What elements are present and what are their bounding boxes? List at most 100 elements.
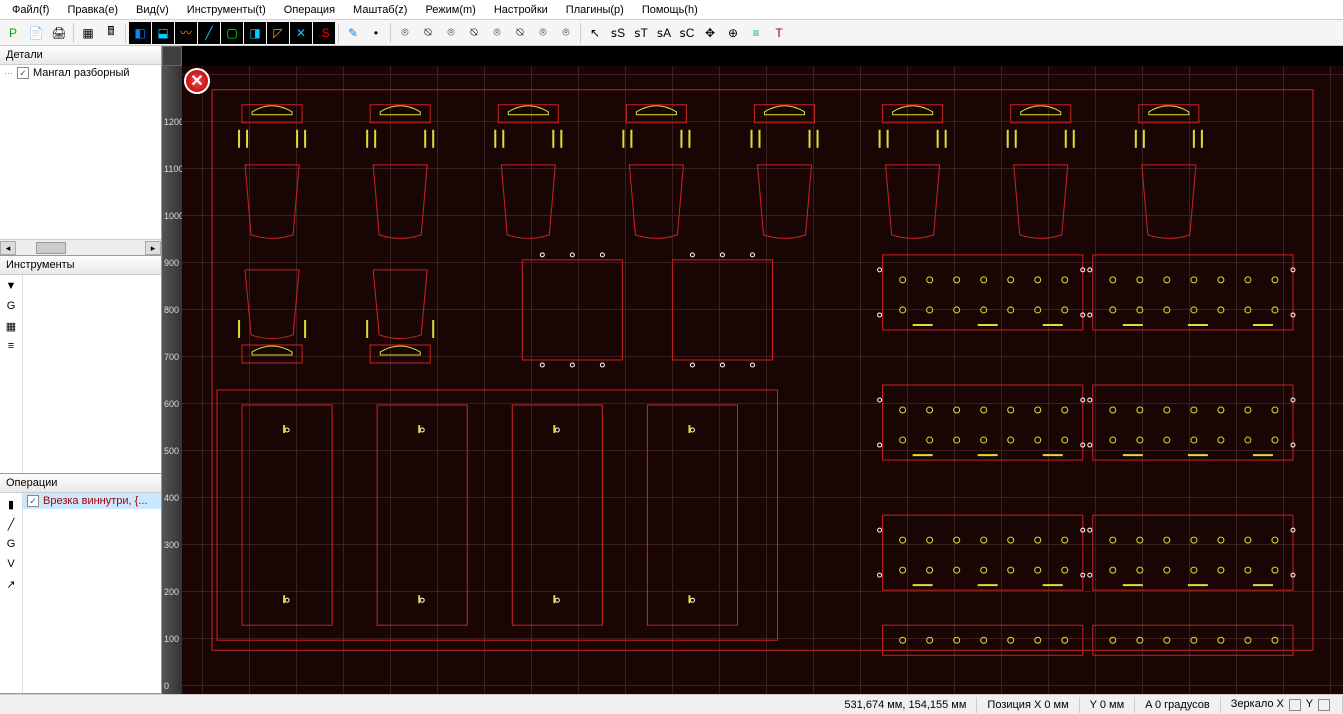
- menu-2[interactable]: Вид(v): [128, 2, 177, 18]
- p-icon[interactable]: P: [2, 22, 24, 44]
- main-area: Детали ⋯ ✓ Мангал разборный ◂ ▸ Инструме…: [0, 46, 1343, 694]
- menu-7[interactable]: Настройки: [486, 2, 556, 18]
- details-hscroll[interactable]: ◂ ▸: [0, 239, 161, 255]
- menu-4[interactable]: Операция: [276, 2, 343, 18]
- tree-checkbox[interactable]: ✓: [17, 67, 29, 79]
- text-icon[interactable]: T: [768, 22, 790, 44]
- toolbar-separator: [73, 23, 74, 43]
- scroll-right-icon[interactable]: ▸: [145, 241, 161, 255]
- tree-expand-icon[interactable]: ⋯: [4, 68, 13, 79]
- bulb1-icon[interactable]: ⌾: [394, 22, 416, 44]
- move-icon[interactable]: ✥: [699, 22, 721, 44]
- close-icon[interactable]: ✕: [184, 68, 210, 94]
- snap2-icon[interactable]: ꜱT: [630, 22, 652, 44]
- tools-body: ▼ G ▦ ≡: [0, 275, 161, 473]
- tools-list[interactable]: [22, 275, 161, 473]
- target-icon[interactable]: ⊕: [722, 22, 744, 44]
- bulb7-icon[interactable]: ⌾: [532, 22, 554, 44]
- ruler-y-tick: 700: [164, 352, 179, 362]
- misc-icon[interactable]: ≡: [2, 337, 20, 355]
- ruler-y-tick: 400: [164, 493, 179, 503]
- mode2-icon[interactable]: ⬓: [152, 22, 174, 44]
- pointer-icon[interactable]: ↖: [584, 22, 606, 44]
- ruler-y-tick: 500: [164, 446, 179, 456]
- scroll-left-icon[interactable]: ◂: [0, 241, 16, 255]
- scroll-track[interactable]: [16, 241, 145, 255]
- bulb2-icon[interactable]: ⍉: [417, 22, 439, 44]
- wave-icon[interactable]: 〰: [175, 22, 197, 44]
- v-icon[interactable]: V: [2, 555, 20, 573]
- sidebar: Детали ⋯ ✓ Мангал разборный ◂ ▸ Инструме…: [0, 46, 162, 694]
- status-posx: Позиция X 0 мм: [977, 697, 1079, 713]
- bars-icon[interactable]: ≡: [745, 22, 767, 44]
- tree-item-mangal[interactable]: ⋯ ✓ Мангал разборный: [0, 65, 161, 81]
- menu-1[interactable]: Правка(e): [59, 2, 126, 18]
- ops-panel-title: Операции: [0, 474, 161, 493]
- g-icon[interactable]: G: [2, 297, 20, 315]
- status-posy: Y 0 мм: [1080, 697, 1136, 713]
- menu-6[interactable]: Режим(m): [417, 2, 483, 18]
- details-tree[interactable]: ⋯ ✓ Мангал разборный: [0, 65, 161, 239]
- menu-5[interactable]: Маштаб(z): [345, 2, 415, 18]
- pen-icon[interactable]: ╱: [2, 515, 20, 533]
- details-panel: Детали ⋯ ✓ Мангал разборный ◂ ▸: [0, 46, 161, 256]
- bulb5-icon[interactable]: ⌾: [486, 22, 508, 44]
- details-panel-title: Детали: [0, 46, 161, 65]
- ruler-y-tick: 1200: [164, 117, 182, 127]
- bulb4-icon[interactable]: ⍉: [463, 22, 485, 44]
- op-checkbox[interactable]: ✓: [27, 495, 39, 507]
- open-icon[interactable]: 📄: [25, 22, 47, 44]
- toolbar-separator: [390, 23, 391, 43]
- status-mirror: Зеркало X Y: [1221, 696, 1343, 712]
- ruler-y-tick: 300: [164, 540, 179, 550]
- bulb8-icon[interactable]: ⌾: [555, 22, 577, 44]
- ruler-y-tick: 900: [164, 258, 179, 268]
- mirror-x-checkbox[interactable]: [1289, 699, 1301, 711]
- as-icon[interactable]: .S: [313, 22, 335, 44]
- bulb3-icon[interactable]: ⌾: [440, 22, 462, 44]
- brush2-icon[interactable]: ▮: [2, 495, 20, 513]
- bulb6-icon[interactable]: ⍉: [509, 22, 531, 44]
- diag-icon[interactable]: ◸: [267, 22, 289, 44]
- menu-0[interactable]: Файл(f): [4, 2, 57, 18]
- g2-icon[interactable]: G: [2, 535, 20, 553]
- toolbar-separator: [125, 23, 126, 43]
- tools-panel-title: Инструменты: [0, 256, 161, 275]
- drawing-canvas[interactable]: ✕: [182, 66, 1343, 694]
- ruler-y-tick: 0: [164, 681, 169, 691]
- scroll-thumb[interactable]: [36, 242, 66, 254]
- grid-icon[interactable]: ▦: [77, 22, 99, 44]
- main-toolbar: P📄🖨▦🖩◧⬓〰╱▢◨◸✕.S✎•⌾⍉⌾⍉⌾⍉⌾⌾↖ꜱSꜱTꜱAꜱC✥⊕≡T: [0, 20, 1343, 46]
- toolbar-separator: [338, 23, 339, 43]
- rect1-icon[interactable]: ▢: [221, 22, 243, 44]
- line-icon[interactable]: ╱: [198, 22, 220, 44]
- print-icon[interactable]: 🖨: [48, 22, 70, 44]
- rect2-icon[interactable]: ◨: [244, 22, 266, 44]
- dot-icon[interactable]: •: [365, 22, 387, 44]
- menu-8[interactable]: Плагины(p): [558, 2, 632, 18]
- status-coords: 531,674 мм, 154,155 мм: [834, 697, 977, 713]
- cross-icon[interactable]: ✕: [290, 22, 312, 44]
- ops-list[interactable]: ✓ Врезка виннутри, {...: [22, 493, 161, 693]
- ruler-vertical[interactable]: 0100200300400500600700800900100011001200: [162, 66, 182, 694]
- tool-palette-1: ▼ G ▦ ≡: [0, 275, 22, 473]
- fill-icon[interactable]: ▼: [2, 277, 20, 295]
- calc-icon[interactable]: 🖩: [100, 22, 122, 44]
- tools-panel: Инструменты ▼ G ▦ ≡: [0, 256, 161, 474]
- ruler-y-tick: 1100: [164, 164, 182, 174]
- menu-3[interactable]: Инструменты(t): [179, 2, 274, 18]
- snap3-icon[interactable]: ꜱA: [653, 22, 675, 44]
- ruler-y-tick: 100: [164, 634, 179, 644]
- brush-icon[interactable]: ✎: [342, 22, 364, 44]
- snap1-icon[interactable]: ꜱS: [607, 22, 629, 44]
- canvas-area: 0100200300400500600700800900100011001200…: [162, 46, 1343, 694]
- menu-9[interactable]: Помощь(h): [634, 2, 706, 18]
- arrow-icon[interactable]: ↗: [2, 575, 20, 593]
- menubar: Файл(f)Правка(e)Вид(v)Инструменты(t)Опер…: [0, 0, 1343, 20]
- tree-item-label: Мангал разборный: [33, 67, 130, 79]
- snap4-icon[interactable]: ꜱC: [676, 22, 698, 44]
- mirror-y-checkbox[interactable]: [1318, 699, 1330, 711]
- op-item-vrezka[interactable]: ✓ Врезка виннутри, {...: [23, 493, 161, 509]
- mode1-icon[interactable]: ◧: [129, 22, 151, 44]
- table-icon[interactable]: ▦: [2, 317, 20, 335]
